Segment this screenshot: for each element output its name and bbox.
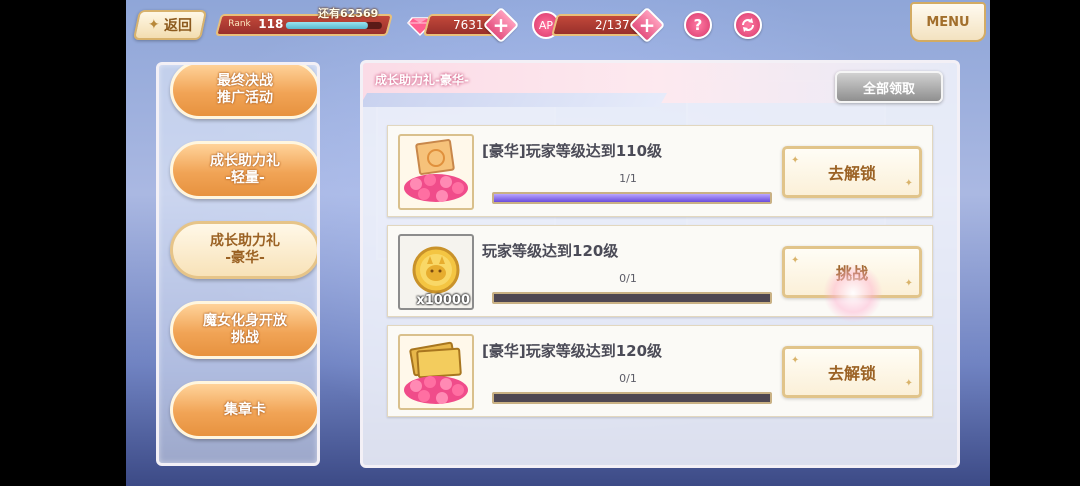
unlock-button[interactable]: ✦ ✦ 去解锁 [782,346,922,398]
sidebar-item-label: 成长助力礼 -轻量- [210,153,280,186]
menu-label: MENU [926,14,970,30]
ornament-icon: ✦ [904,278,913,289]
rank-exp-fill [285,22,368,29]
reward-panel: 成长助力礼-豪华- 全部领取 [豪华]玩家等级达到110级 1/1 ✦ ✦ 去解… [360,60,960,468]
rank-exp-track [285,22,382,29]
sparkle-icon: ✦ [148,17,160,33]
ornament-icon: ✦ [904,378,913,389]
gold-coin-icon: x10000 [398,234,474,310]
rank-label: Rank [228,19,251,29]
reward-quantity: x10000 [416,293,470,308]
progress-bar [492,192,772,204]
gold-card-gems-icon [398,134,474,210]
ornament-icon: ✦ [904,178,913,189]
unlock-button[interactable]: ✦ ✦ 去解锁 [782,146,922,198]
panel-title: 成长助力礼-豪华- [375,73,469,87]
ornament-icon: ✦ [791,355,800,366]
back-button[interactable]: ✦ 返回 [132,10,208,40]
sidebar-item-growth-deluxe[interactable]: 成长助力礼 -豪华- [170,221,317,279]
gem-value: 7631 [453,18,484,32]
sidebar-item-final-battle[interactable]: 最终决战 推广活动 [170,65,317,119]
sidebar-item-witch-challenge[interactable]: 魔女化身开放 挑战 [170,301,317,359]
progress-text: 0/1 [619,372,637,385]
progress-text: 0/1 [619,272,637,285]
sidebar-item-label: 成长助力礼 -豪华- [210,233,280,266]
touch-glow [823,263,883,323]
ap-value: 2/137 [595,18,630,32]
ornament-icon: ✦ [791,255,800,266]
claim-all-label: 全部领取 [862,81,915,97]
reward-name: [豪华]玩家等级达到110级 [482,142,663,160]
unlock-label: 去解锁 [827,164,876,183]
ornament-icon: ✦ [791,155,800,166]
reward-name: [豪华]玩家等级达到120级 [482,342,663,360]
progress-bar [492,392,772,404]
progress-text: 1/1 [619,172,637,185]
sidebar-item-label: 魔女化身开放 挑战 [203,313,287,346]
header-decoration [363,93,668,107]
plus-icon: + [492,13,510,37]
sidebar-item-label: 集章卡 [224,401,266,418]
add-ap-button[interactable]: + [628,6,666,44]
menu-button[interactable]: MENU [910,2,986,42]
sidebar-item-growth-light[interactable]: 成长助力礼 -轻量- [170,141,317,199]
gold-tickets-gems-icon [398,334,474,410]
reward-row: [豪华]玩家等级达到110级 1/1 ✦ ✦ 去解锁 [387,125,933,217]
help-icon: ? [693,16,703,34]
claim-all-button[interactable]: 全部领取 [835,71,943,103]
sidebar-item-label: 最终决战 推广活动 [217,73,273,106]
back-label: 返回 [163,18,192,34]
help-button[interactable]: ? [684,11,712,39]
sidebar: 最终决战 推广活动 成长助力礼 -轻量- 成长助力礼 -豪华- 魔女化身开放 挑… [156,62,320,466]
progress-bar [492,292,772,304]
plus-icon: + [638,13,656,37]
rank-value: 118 [258,17,284,31]
game-screen: ✦ 返回 Rank 118 还有62569 7631 + AP 2/137 + … [126,0,990,486]
add-gems-button[interactable]: + [482,6,520,44]
unlock-label: 去解锁 [827,364,876,383]
progress-fill [494,194,770,202]
exp-remaining: 还有62569 [318,7,379,20]
reward-name: 玩家等级达到120级 [482,242,619,260]
refresh-icon [742,18,754,32]
switch-button[interactable] [734,11,762,39]
sidebar-item-stamp-card[interactable]: 集章卡 [170,381,317,439]
reward-row: [豪华]玩家等级达到120级 0/1 ✦ ✦ 去解锁 [387,325,933,417]
